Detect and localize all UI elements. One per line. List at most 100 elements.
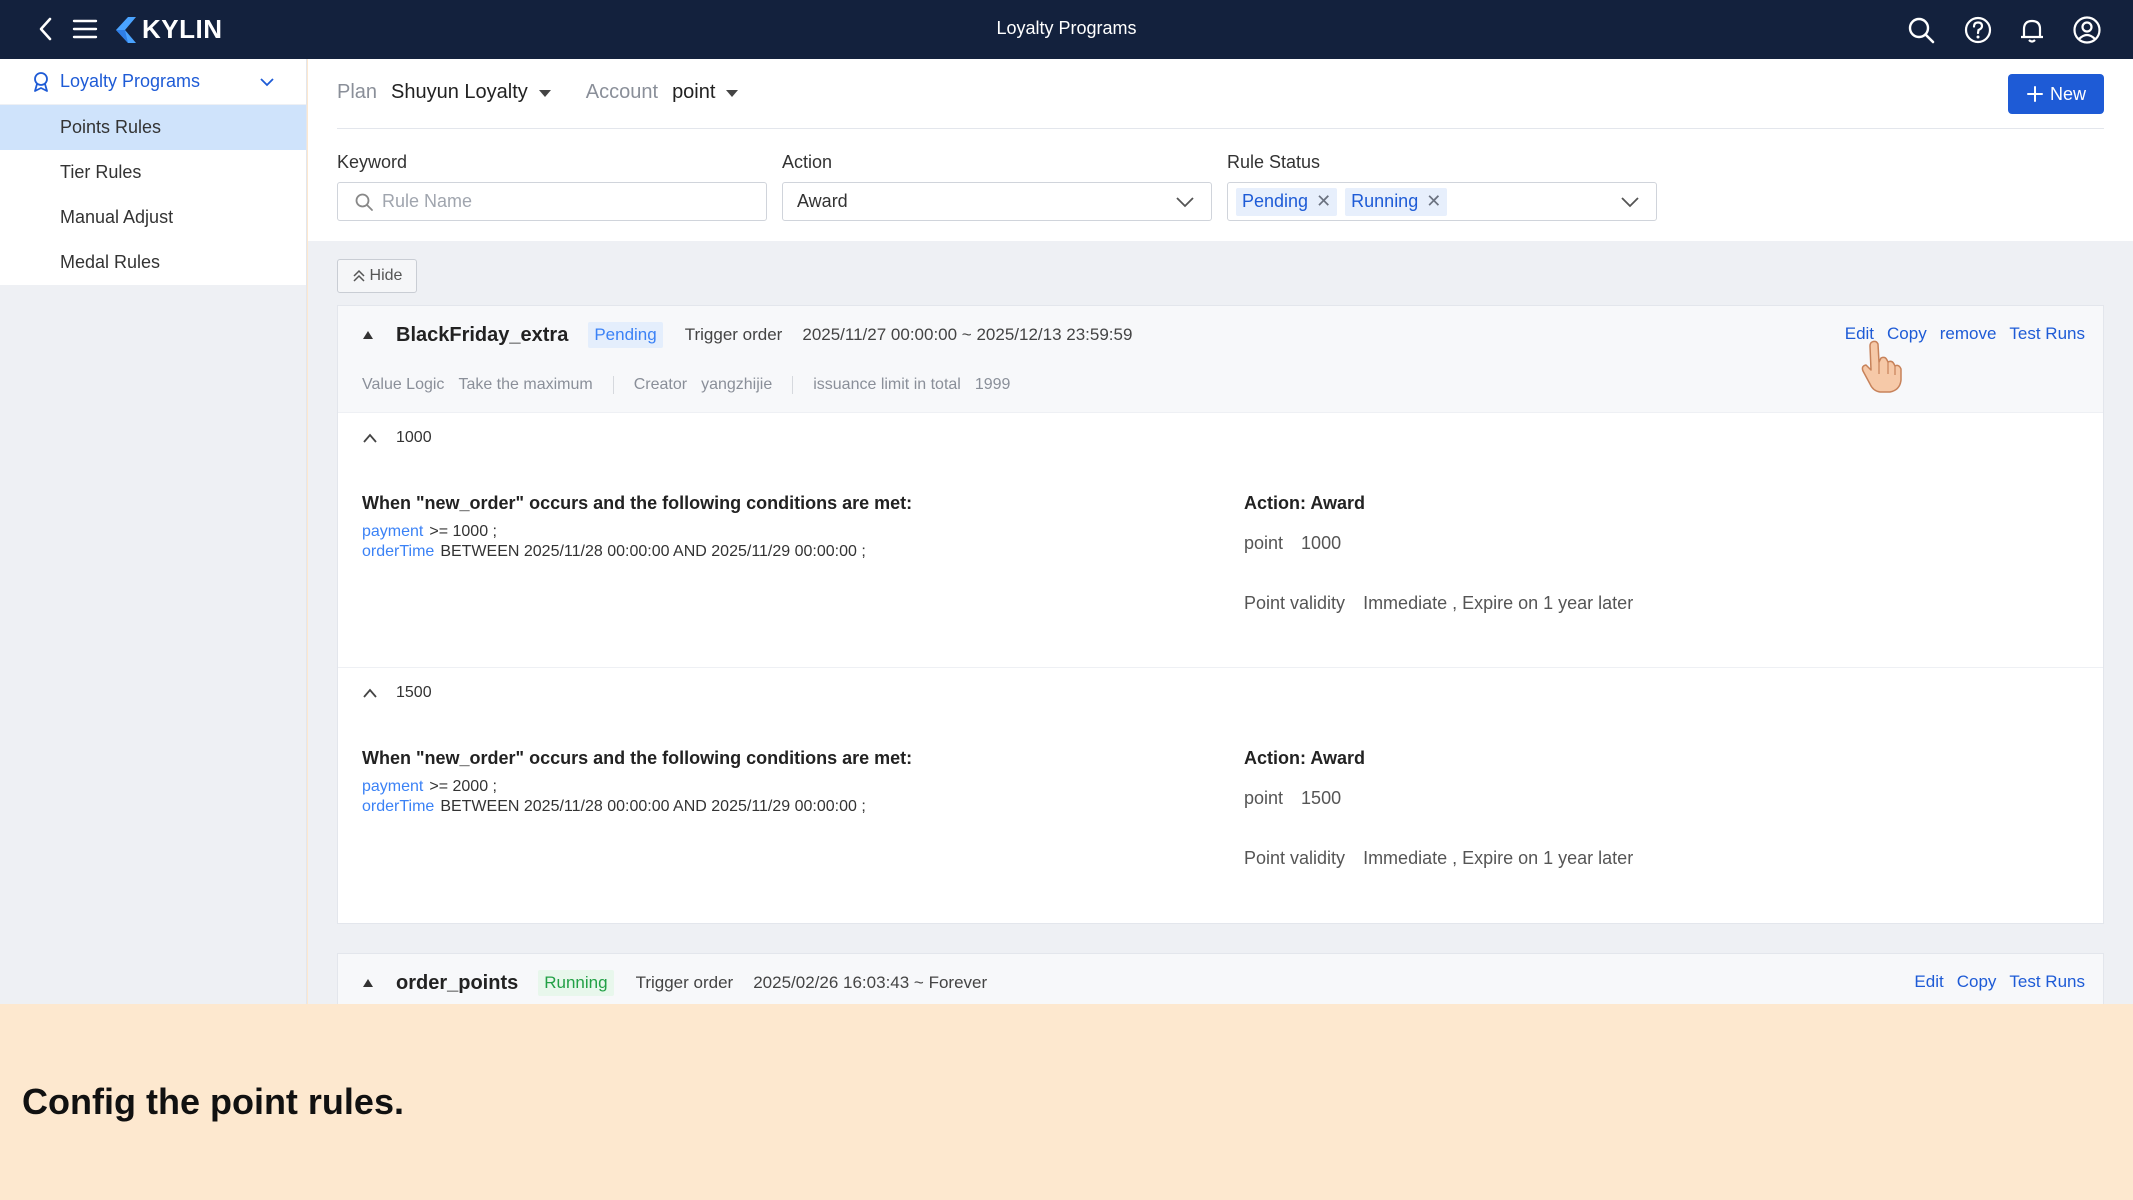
close-icon[interactable]: ✕ — [1316, 191, 1331, 212]
collapse-triangle-icon[interactable] — [362, 978, 374, 988]
validity-label: Point validity — [1244, 593, 1346, 613]
plan-account-selector: Plan Shuyun Loyalty Account point — [337, 81, 773, 104]
chevron-down-icon — [1621, 197, 1639, 208]
account-select[interactable]: point — [672, 81, 715, 104]
sidebar: Loyalty Programs Points Rules Tier Rules… — [0, 59, 307, 1004]
condition-row: orderTime BETWEEN 2025/11/28 00:00:00 AND… — [362, 543, 866, 561]
action-title: Action: Award — [1244, 748, 1366, 768]
caption-banner: Config the point rules. — [0, 1004, 2133, 1200]
account-label: Account — [585, 81, 659, 103]
condition-row: payment >= 2000 ; — [362, 778, 497, 796]
status-tag-running: Running ✕ — [1345, 187, 1448, 216]
hide-button-label: Hide — [369, 267, 403, 284]
help-icon[interactable] — [1962, 14, 1994, 46]
chevron-down-icon — [1176, 197, 1194, 208]
rule-card: order_points Running Trigger order 2025/… — [337, 953, 2104, 1004]
keyword-placeholder: Rule Name — [382, 191, 473, 211]
condition-field[interactable]: orderTime — [362, 543, 434, 560]
divider — [337, 128, 2104, 129]
action-select[interactable]: Award — [782, 182, 1212, 221]
brand-logo[interactable]: KYLIN — [112, 14, 223, 45]
condition-expression: >= 2000 ; — [429, 778, 497, 795]
caret-down-icon[interactable] — [538, 88, 552, 98]
page-title: Loyalty Programs — [996, 18, 1137, 38]
condition-field[interactable]: payment — [362, 778, 423, 795]
user-account-icon[interactable] — [2071, 14, 2103, 46]
bell-icon[interactable] — [2016, 14, 2048, 46]
sidebar-group-label: Loyalty Programs — [60, 71, 201, 91]
rule-tier: 1500 When "new_order" occurs and the fol… — [338, 668, 2103, 923]
validity-value: Immediate , Expire on 1 year later — [1363, 848, 1634, 868]
sidebar-item-medal-rules[interactable]: Medal Rules — [0, 240, 306, 285]
rule-period: 2025/11/27 00:00:00 ~ 2025/12/13 23:59:5… — [802, 325, 1133, 344]
keyword-search-input[interactable]: Rule Name — [337, 182, 767, 221]
rule-status-select[interactable]: Pending ✕ Running ✕ — [1227, 182, 1657, 221]
creator-value: yangzhijie — [701, 376, 773, 393]
action-value: Award — [797, 191, 848, 211]
close-icon[interactable]: ✕ — [1426, 191, 1441, 212]
sidebar-item-label: Manual Adjust — [60, 207, 174, 227]
plan-select[interactable]: Shuyun Loyalty — [391, 81, 528, 104]
hand-pointer-cursor-icon — [1861, 340, 1902, 393]
edit-link[interactable]: Edit — [1914, 972, 1943, 992]
remove-link[interactable]: remove — [1940, 324, 1997, 344]
plan-label: Plan — [337, 81, 378, 103]
double-chevron-up-icon — [353, 269, 365, 282]
validity-row: Point validity Immediate , Expire on 1 ye… — [1244, 593, 1633, 614]
caption-text: Config the point rules. — [22, 1081, 404, 1122]
status-badge: Pending — [588, 322, 663, 348]
new-rule-button[interactable]: New — [2008, 74, 2104, 114]
condition-row: payment >= 1000 ; — [362, 523, 497, 541]
brand-name: KYLIN — [142, 14, 223, 44]
test-runs-link[interactable]: Test Runs — [2009, 324, 2085, 344]
hide-filters-button[interactable]: Hide — [337, 259, 417, 293]
divider — [792, 376, 794, 394]
main-content: Plan Shuyun Loyalty Account point New Ke… — [308, 59, 2133, 1004]
rule-actions: Edit Copy Test Runs — [1914, 972, 2085, 992]
kylin-logo-icon — [116, 16, 136, 43]
rule-trigger: Trigger order — [684, 325, 783, 344]
rule-name: BlackFriday_extra — [396, 323, 569, 346]
rule-card: BlackFriday_extra Pending Trigger order … — [337, 305, 2104, 924]
status-tag-label: Running — [1351, 191, 1419, 211]
issuance-limit-value: 1999 — [974, 376, 1011, 393]
rule-tier: 1000 When "new_order" occurs and the fol… — [338, 413, 2103, 668]
condition-row: orderTime BETWEEN 2025/11/28 00:00:00 AND… — [362, 798, 866, 816]
validity-row: Point validity Immediate , Expire on 1 ye… — [1244, 848, 1633, 869]
tier-title: 1500 — [396, 684, 432, 701]
value-logic-value: Take the maximum — [458, 376, 593, 393]
chevron-up-icon[interactable] — [362, 687, 378, 699]
validity-value: Immediate , Expire on 1 year later — [1363, 593, 1634, 613]
sidebar-item-tier-rules[interactable]: Tier Rules — [0, 150, 306, 195]
hamburger-menu-icon[interactable] — [72, 17, 98, 41]
copy-link[interactable]: Copy — [1957, 972, 1997, 992]
condition-expression: BETWEEN 2025/11/28 00:00:00 AND 2025/11/… — [440, 543, 866, 560]
sidebar-item-points-rules[interactable]: Points Rules — [0, 105, 306, 150]
search-icon — [355, 193, 373, 211]
collapse-triangle-icon[interactable] — [362, 330, 374, 340]
condition-field[interactable]: orderTime — [362, 798, 434, 815]
rule-name: order_points — [396, 971, 519, 994]
back-arrow-icon[interactable] — [32, 14, 60, 44]
sidebar-item-manual-adjust[interactable]: Manual Adjust — [0, 195, 306, 240]
status-tag-label: Pending — [1242, 191, 1309, 211]
value-logic-label: Value Logic — [362, 376, 445, 393]
test-runs-link[interactable]: Test Runs — [2009, 972, 2085, 992]
search-icon[interactable] — [1905, 14, 1937, 46]
top-bar: KYLIN Loyalty Programs — [0, 0, 2133, 59]
action-title: Action: Award — [1244, 493, 1366, 513]
condition-expression: BETWEEN 2025/11/28 00:00:00 AND 2025/11/… — [440, 798, 866, 815]
creator-label: Creator — [633, 376, 688, 393]
rule-trigger: Trigger order — [635, 973, 734, 992]
point-label: point — [1244, 788, 1284, 808]
condition-field[interactable]: payment — [362, 523, 423, 540]
status-badge: Running — [538, 970, 614, 996]
sidebar-empty-area — [0, 285, 306, 1004]
sidebar-group-loyalty-programs[interactable]: Loyalty Programs — [0, 59, 306, 105]
chevron-down-icon[interactable] — [258, 73, 276, 91]
point-value: 1000 — [1301, 533, 1342, 553]
action-label: Action — [782, 152, 833, 172]
new-button-label: New — [2049, 83, 2086, 104]
caret-down-icon[interactable] — [725, 88, 739, 98]
chevron-up-icon[interactable] — [362, 432, 378, 444]
